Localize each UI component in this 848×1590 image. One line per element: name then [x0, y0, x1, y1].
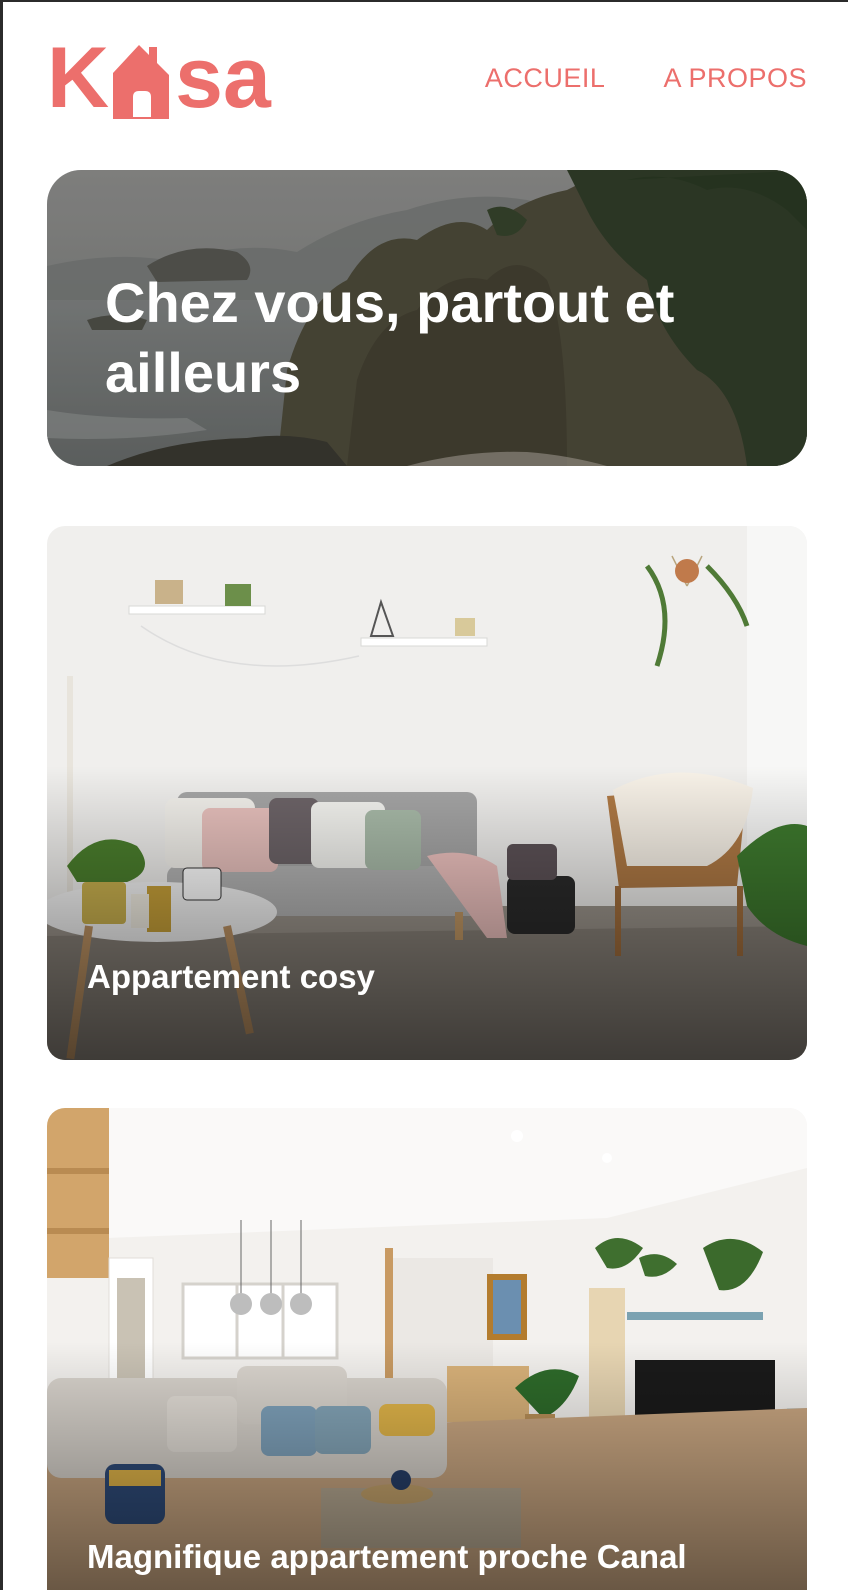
nav-link-accueil[interactable]: ACCUEIL — [485, 63, 606, 94]
listing-card[interactable]: Appartement cosy — [47, 526, 807, 1060]
hero-banner: Chez vous, partout et ailleurs — [47, 170, 807, 466]
page: K sa ACCUEIL A PROPOS Chez vous, partout… — [0, 0, 848, 1590]
house-icon — [113, 45, 170, 119]
logo-letter-k: K — [47, 30, 110, 126]
listing-title: Magnifique appartement proche Canal — [87, 1538, 687, 1575]
card-gradient — [47, 766, 807, 1060]
banner-title: Chez vous, partout et ailleurs — [105, 271, 675, 404]
listing-title: Appartement cosy — [87, 958, 375, 995]
nav-link-a-propos[interactable]: A PROPOS — [663, 63, 807, 94]
listing-card[interactable]: Magnifique appartement proche Canal — [47, 1108, 807, 1590]
logo-letters-sa: sa — [175, 30, 271, 126]
kasa-logo[interactable]: K sa — [47, 30, 271, 126]
site-header: K sa ACCUEIL A PROPOS — [47, 30, 807, 126]
main-nav: ACCUEIL A PROPOS — [485, 30, 807, 126]
